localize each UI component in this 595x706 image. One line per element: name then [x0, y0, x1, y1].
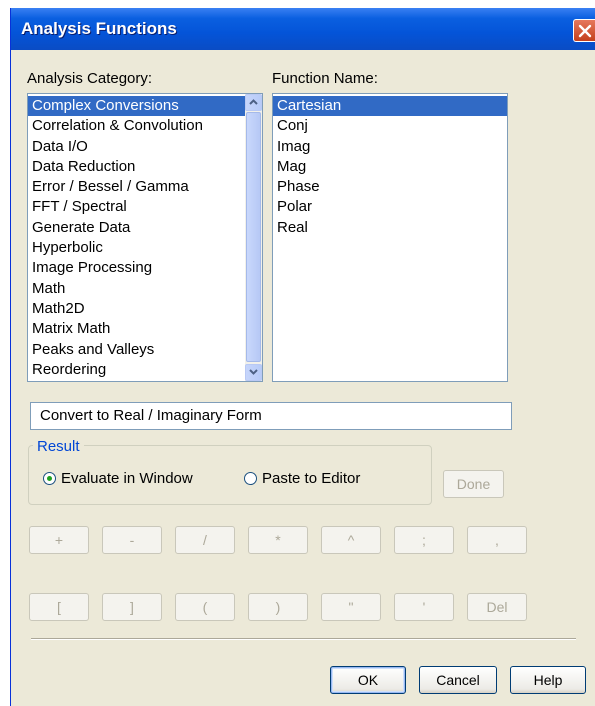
function-name-label: Function Name:	[272, 70, 378, 87]
keypad-multiply-button[interactable]: *	[248, 526, 308, 554]
keypad-semicolon-button[interactable]: ;	[394, 526, 454, 554]
function-item[interactable]: Phase	[273, 177, 507, 197]
paste-to-editor-radio[interactable]: Paste to Editor	[244, 470, 360, 487]
analysis-category-label: Analysis Category:	[27, 70, 153, 87]
analysis-category-list[interactable]: Complex Conversions Correlation & Convol…	[27, 93, 263, 382]
analysis-functions-dialog: Analysis Functions Analysis Category: Fu…	[10, 8, 595, 706]
radio-indicator	[244, 472, 257, 485]
category-item[interactable]: Matrix Math	[28, 319, 246, 339]
function-item[interactable]: Conj	[273, 116, 507, 136]
function-name-list[interactable]: Cartesian Conj Imag Mag Phase Polar Real	[272, 93, 508, 382]
scroll-down-button[interactable]	[245, 364, 262, 381]
category-item[interactable]: Correlation & Convolution	[28, 116, 246, 136]
cancel-button[interactable]: Cancel	[419, 666, 497, 694]
keypad-single-quote-button[interactable]: '	[394, 593, 454, 621]
category-item[interactable]: Math2D	[28, 299, 246, 319]
category-item[interactable]: FFT / Spectral	[28, 197, 246, 217]
keypad-comma-button[interactable]: ,	[467, 526, 527, 554]
function-item[interactable]: Real	[273, 218, 507, 238]
close-button[interactable]	[573, 19, 595, 42]
scroll-up-button[interactable]	[245, 94, 262, 111]
scroll-thumb[interactable]	[246, 112, 261, 362]
keypad-close-bracket-button[interactable]: ]	[102, 593, 162, 621]
keypad-double-quote-button[interactable]: "	[321, 593, 381, 621]
title-bar: Analysis Functions	[11, 8, 595, 50]
function-item[interactable]: Cartesian	[273, 96, 507, 117]
help-button[interactable]: Help	[510, 666, 586, 694]
category-item[interactable]: Complex Conversions	[28, 96, 246, 117]
category-scrollbar[interactable]	[245, 94, 262, 381]
keypad-plus-button[interactable]: +	[29, 526, 89, 554]
category-item[interactable]: Data Reduction	[28, 157, 246, 177]
radio-indicator	[43, 472, 56, 485]
category-item[interactable]: Generate Data	[28, 218, 246, 238]
keypad-power-button[interactable]: ^	[321, 526, 381, 554]
keypad-minus-button[interactable]: -	[102, 526, 162, 554]
keypad-open-bracket-button[interactable]: [	[29, 593, 89, 621]
function-description-field[interactable]: Convert to Real / Imaginary Form	[30, 402, 512, 430]
category-item[interactable]: Peaks and Valleys	[28, 340, 246, 360]
keypad-close-paren-button[interactable]: )	[248, 593, 308, 621]
category-item[interactable]: Reordering	[28, 360, 246, 380]
keypad-divide-button[interactable]: /	[175, 526, 235, 554]
function-item[interactable]: Polar	[273, 197, 507, 217]
keypad-open-paren-button[interactable]: (	[175, 593, 235, 621]
evaluate-in-window-radio[interactable]: Evaluate in Window	[43, 470, 193, 487]
radio-label: Paste to Editor	[262, 470, 361, 487]
category-item[interactable]: Math	[28, 279, 246, 299]
function-item[interactable]: Imag	[273, 137, 507, 157]
keypad-delete-button[interactable]: Del	[467, 593, 527, 621]
function-item[interactable]: Mag	[273, 157, 507, 177]
category-item[interactable]: Hyperbolic	[28, 238, 246, 258]
category-item[interactable]: Error / Bessel / Gamma	[28, 177, 246, 197]
ok-button[interactable]: OK	[330, 666, 406, 694]
window-title: Analysis Functions	[21, 19, 177, 38]
result-group-label: Result	[33, 438, 84, 455]
done-button[interactable]: Done	[443, 470, 504, 498]
category-item[interactable]: Data I/O	[28, 137, 246, 157]
category-item[interactable]: Image Processing	[28, 258, 246, 278]
footer-divider	[31, 638, 576, 640]
radio-label: Evaluate in Window	[61, 470, 193, 487]
